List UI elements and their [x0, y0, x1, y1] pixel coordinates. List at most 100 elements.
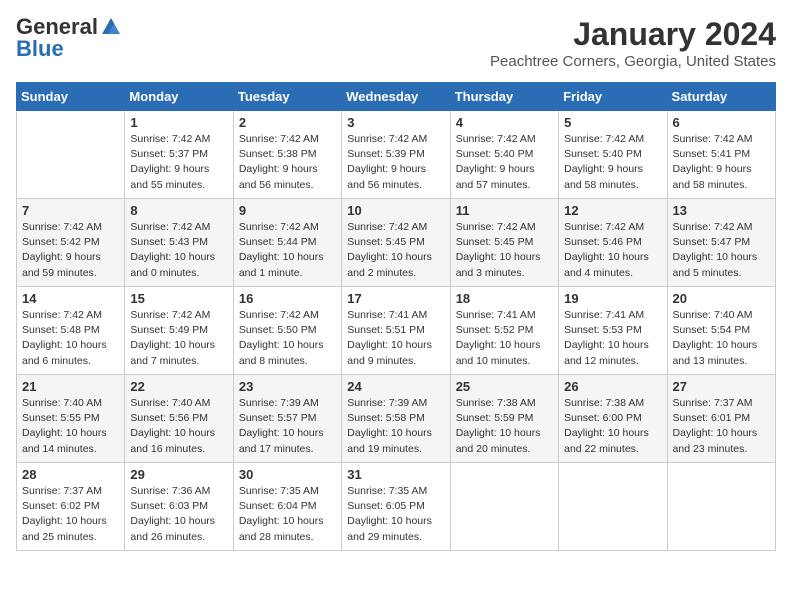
day-info: Sunrise: 7:42 AMSunset: 5:47 PMDaylight:…: [673, 220, 770, 281]
day-info: Sunrise: 7:39 AMSunset: 5:57 PMDaylight:…: [239, 396, 336, 457]
day-info: Sunrise: 7:42 AMSunset: 5:48 PMDaylight:…: [22, 308, 119, 369]
day-number: 23: [239, 379, 336, 394]
day-header-monday: Monday: [125, 83, 233, 111]
calendar-cell: 15Sunrise: 7:42 AMSunset: 5:49 PMDayligh…: [125, 287, 233, 375]
day-info: Sunrise: 7:42 AMSunset: 5:49 PMDaylight:…: [130, 308, 227, 369]
day-number: 19: [564, 291, 661, 306]
calendar-cell: 19 Sunrise: 7:41 AMSunset: 5:53 PMDayligh…: [559, 287, 667, 375]
day-number: 16: [239, 291, 336, 306]
day-header-sunday: Sunday: [17, 83, 125, 111]
calendar-cell: 13 Sunrise: 7:42 AMSunset: 5:47 PMDayligh…: [667, 199, 775, 287]
day-number: 6: [673, 115, 770, 130]
day-number: 8: [130, 203, 227, 218]
day-number: 27: [673, 379, 770, 394]
day-number: 3: [347, 115, 444, 130]
day-header-thursday: Thursday: [450, 83, 558, 111]
logo: General Blue: [16, 16, 122, 60]
day-number: 18: [456, 291, 553, 306]
location-subtitle: Peachtree Corners, Georgia, United State…: [490, 53, 776, 70]
day-info: Sunrise: 7:41 AMSunset: 5:52 PMDaylight:…: [456, 308, 553, 369]
day-number: 4: [456, 115, 553, 130]
day-info: Sunrise: 7:42 AMSunset: 5:39 PMDaylight:…: [347, 132, 444, 193]
day-info: Sunrise: 7:42 AMSunset: 5:40 PMDaylight:…: [564, 132, 661, 193]
calendar-cell: 18 Sunrise: 7:41 AMSunset: 5:52 PMDayligh…: [450, 287, 558, 375]
calendar-cell: 21Sunrise: 7:40 AMSunset: 5:55 PMDayligh…: [17, 375, 125, 463]
day-info: Sunrise: 7:41 AMSunset: 5:53 PMDaylight:…: [564, 308, 661, 369]
day-info: Sunrise: 7:42 AMSunset: 5:44 PMDaylight:…: [239, 220, 336, 281]
calendar-cell: [667, 463, 775, 551]
calendar-cell: 9Sunrise: 7:42 AMSunset: 5:44 PMDaylight…: [233, 199, 341, 287]
calendar-table: SundayMondayTuesdayWednesdayThursdayFrid…: [16, 82, 776, 551]
calendar-cell: 24Sunrise: 7:39 AMSunset: 5:58 PMDayligh…: [342, 375, 450, 463]
calendar-cell: 1 Sunrise: 7:42 AMSunset: 5:37 PMDaylight…: [125, 111, 233, 199]
week-row-5: 28 Sunrise: 7:37 AMSunset: 6:02 PMDayligh…: [17, 463, 776, 551]
day-number: 17: [347, 291, 444, 306]
calendar-cell: 4 Sunrise: 7:42 AMSunset: 5:40 PMDaylight…: [450, 111, 558, 199]
day-number: 7: [22, 203, 119, 218]
calendar-cell: 5 Sunrise: 7:42 AMSunset: 5:40 PMDaylight…: [559, 111, 667, 199]
day-header-saturday: Saturday: [667, 83, 775, 111]
day-info: Sunrise: 7:36 AMSunset: 6:03 PMDaylight:…: [130, 484, 227, 545]
calendar-cell: 28 Sunrise: 7:37 AMSunset: 6:02 PMDayligh…: [17, 463, 125, 551]
calendar-cell: 8 Sunrise: 7:42 AMSunset: 5:43 PMDaylight…: [125, 199, 233, 287]
calendar-cell: 20Sunrise: 7:40 AMSunset: 5:54 PMDayligh…: [667, 287, 775, 375]
day-info: Sunrise: 7:35 AMSunset: 6:04 PMDaylight:…: [239, 484, 336, 545]
day-info: Sunrise: 7:38 AMSunset: 6:00 PMDaylight:…: [564, 396, 661, 457]
calendar-cell: 30 Sunrise: 7:35 AMSunset: 6:04 PMDayligh…: [233, 463, 341, 551]
calendar-cell: 10 Sunrise: 7:42 AMSunset: 5:45 PMDayligh…: [342, 199, 450, 287]
day-info: Sunrise: 7:37 AMSunset: 6:01 PMDaylight:…: [673, 396, 770, 457]
day-info: Sunrise: 7:42 AMSunset: 5:40 PMDaylight:…: [456, 132, 553, 193]
day-number: 13: [673, 203, 770, 218]
day-number: 5: [564, 115, 661, 130]
calendar-cell: 6Sunrise: 7:42 AMSunset: 5:41 PMDaylight…: [667, 111, 775, 199]
day-number: 20: [673, 291, 770, 306]
week-row-4: 21Sunrise: 7:40 AMSunset: 5:55 PMDayligh…: [17, 375, 776, 463]
day-number: 12: [564, 203, 661, 218]
calendar-cell: 3 Sunrise: 7:42 AMSunset: 5:39 PMDaylight…: [342, 111, 450, 199]
day-info: Sunrise: 7:42 AMSunset: 5:42 PMDaylight:…: [22, 220, 119, 281]
day-info: Sunrise: 7:42 AMSunset: 5:38 PMDaylight:…: [239, 132, 336, 193]
calendar-cell: [17, 111, 125, 199]
calendar-cell: 7 Sunrise: 7:42 AMSunset: 5:42 PMDaylight…: [17, 199, 125, 287]
day-number: 21: [22, 379, 119, 394]
calendar-cell: 16 Sunrise: 7:42 AMSunset: 5:50 PMDayligh…: [233, 287, 341, 375]
calendar-cell: [450, 463, 558, 551]
day-number: 28: [22, 467, 119, 482]
day-info: Sunrise: 7:40 AMSunset: 5:56 PMDaylight:…: [130, 396, 227, 457]
day-info: Sunrise: 7:42 AMSunset: 5:46 PMDaylight:…: [564, 220, 661, 281]
calendar-cell: 29 Sunrise: 7:36 AMSunset: 6:03 PMDayligh…: [125, 463, 233, 551]
week-row-3: 14 Sunrise: 7:42 AMSunset: 5:48 PMDayligh…: [17, 287, 776, 375]
day-number: 14: [22, 291, 119, 306]
day-number: 31: [347, 467, 444, 482]
logo-icon: [100, 16, 122, 38]
calendar-cell: 25Sunrise: 7:38 AMSunset: 5:59 PMDayligh…: [450, 375, 558, 463]
day-number: 1: [130, 115, 227, 130]
day-info: Sunrise: 7:42 AMSunset: 5:45 PMDaylight:…: [456, 220, 553, 281]
day-number: 24: [347, 379, 444, 394]
day-info: Sunrise: 7:42 AMSunset: 5:43 PMDaylight:…: [130, 220, 227, 281]
calendar-cell: 17Sunrise: 7:41 AMSunset: 5:51 PMDayligh…: [342, 287, 450, 375]
day-number: 2: [239, 115, 336, 130]
calendar-cell: 31Sunrise: 7:35 AMSunset: 6:05 PMDayligh…: [342, 463, 450, 551]
day-number: 25: [456, 379, 553, 394]
calendar-cell: 22Sunrise: 7:40 AMSunset: 5:56 PMDayligh…: [125, 375, 233, 463]
calendar-cell: 11 Sunrise: 7:42 AMSunset: 5:45 PMDayligh…: [450, 199, 558, 287]
day-number: 29: [130, 467, 227, 482]
calendar-cell: 23 Sunrise: 7:39 AMSunset: 5:57 PMDayligh…: [233, 375, 341, 463]
calendar-cell: 12 Sunrise: 7:42 AMSunset: 5:46 PMDayligh…: [559, 199, 667, 287]
week-row-2: 7 Sunrise: 7:42 AMSunset: 5:42 PMDaylight…: [17, 199, 776, 287]
day-info: Sunrise: 7:42 AMSunset: 5:50 PMDaylight:…: [239, 308, 336, 369]
calendar-cell: 27 Sunrise: 7:37 AMSunset: 6:01 PMDayligh…: [667, 375, 775, 463]
day-header-tuesday: Tuesday: [233, 83, 341, 111]
day-number: 11: [456, 203, 553, 218]
page-header: General Blue January 2024 Peachtree Corn…: [16, 16, 776, 70]
day-info: Sunrise: 7:42 AMSunset: 5:45 PMDaylight:…: [347, 220, 444, 281]
calendar-cell: 26 Sunrise: 7:38 AMSunset: 6:00 PMDayligh…: [559, 375, 667, 463]
day-number: 30: [239, 467, 336, 482]
day-info: Sunrise: 7:37 AMSunset: 6:02 PMDaylight:…: [22, 484, 119, 545]
calendar-cell: 14 Sunrise: 7:42 AMSunset: 5:48 PMDayligh…: [17, 287, 125, 375]
day-number: 26: [564, 379, 661, 394]
day-info: Sunrise: 7:42 AMSunset: 5:37 PMDaylight:…: [130, 132, 227, 193]
day-number: 10: [347, 203, 444, 218]
calendar-title-area: January 2024 Peachtree Corners, Georgia,…: [490, 16, 776, 70]
